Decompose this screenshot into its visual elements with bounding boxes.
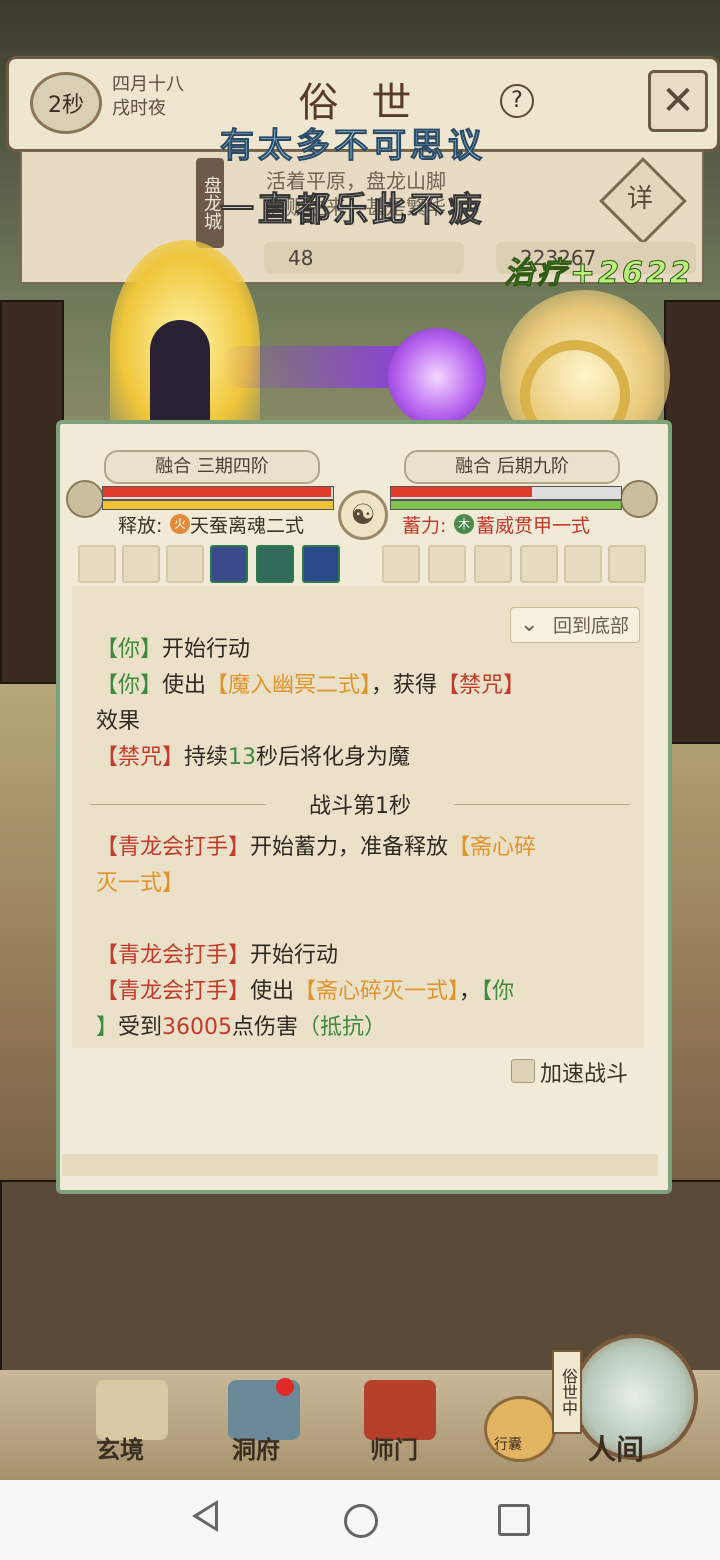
nav-item-xuanjing[interactable]: 玄境 bbox=[96, 1430, 144, 1465]
back-icon-inner bbox=[198, 1505, 215, 1527]
versus-emblem-icon: ☯ bbox=[338, 490, 388, 540]
speed-up-checkbox[interactable] bbox=[511, 1059, 535, 1083]
chevron-down-icon: ⌄ bbox=[520, 612, 539, 637]
purple-energy-orb bbox=[388, 328, 486, 426]
log-line: 【禁咒】持续13秒后将化身为魔 bbox=[96, 745, 411, 770]
panel-footer bbox=[62, 1154, 658, 1176]
log-line: 灭一式】 bbox=[96, 871, 185, 896]
date-label: 四月十八 bbox=[112, 74, 184, 95]
enemy-skill-slot bbox=[428, 545, 466, 583]
player-skill-slot bbox=[122, 545, 160, 583]
release-label: 释放: bbox=[118, 515, 163, 537]
enemy-skill-slot bbox=[608, 545, 646, 583]
close-button[interactable]: ✕ bbox=[648, 70, 708, 132]
log-line: 【青龙会打手】开始蓄力，准备释放【斋心碎 bbox=[96, 835, 537, 860]
player-skill-slot bbox=[78, 545, 116, 583]
skill-buff-icon[interactable] bbox=[210, 545, 248, 583]
player-realm-plaque: 融合 三期四阶 bbox=[104, 450, 320, 484]
log-line: 】受到36005点伤害（抵抗） bbox=[96, 1015, 387, 1040]
release-skill-name: 天蚕离魂二式 bbox=[190, 515, 305, 537]
charge-label: 蓄力: bbox=[402, 515, 447, 537]
player-emblem-icon bbox=[66, 480, 104, 518]
skill-dragon-icon[interactable] bbox=[256, 545, 294, 583]
log-line: 效果 bbox=[96, 709, 141, 734]
enemy-realm-plaque: 融合 后期九阶 bbox=[404, 450, 620, 484]
charge-skill-name: 蓄威贯甲一式 bbox=[476, 515, 591, 537]
world-tag: 俗世中 bbox=[552, 1350, 582, 1434]
enemy-skill-slot bbox=[474, 545, 512, 583]
notification-dot bbox=[276, 1378, 294, 1396]
speed-up-label[interactable]: 加速战斗 bbox=[540, 1056, 628, 1088]
player-hp-fill bbox=[103, 487, 331, 497]
stat-left: 48 bbox=[264, 242, 464, 274]
enemy-skill-slot bbox=[564, 545, 602, 583]
log-line: 【青龙会打手】开始行动 bbox=[96, 943, 339, 968]
close-x-icon: ✕ bbox=[661, 78, 695, 124]
round-timer: 2秒 bbox=[30, 72, 102, 134]
nav-item-renjian[interactable]: 人间 bbox=[588, 1428, 644, 1468]
enemy-skill-slot bbox=[520, 545, 558, 583]
divider-left bbox=[90, 804, 266, 805]
overlay-caption-1: 有太多不可思议 bbox=[220, 126, 486, 167]
log-line: 【青龙会打手】使出【斋心碎灭一式】，【你 bbox=[96, 979, 515, 1004]
enemy-emblem-icon bbox=[620, 480, 658, 518]
divider-right bbox=[454, 804, 630, 805]
enemy-hp-fill bbox=[391, 487, 532, 497]
right-building bbox=[664, 300, 720, 744]
player-skill-slot bbox=[166, 545, 204, 583]
overlay-caption-2: 一直都乐此不疲 bbox=[220, 190, 486, 231]
player-qi-bar bbox=[102, 500, 334, 510]
enemy-qi-bar bbox=[390, 500, 622, 510]
enemy-skill-slot bbox=[382, 545, 420, 583]
skill-vortex-icon[interactable] bbox=[302, 545, 340, 583]
wood-element-icon: 木 bbox=[454, 514, 474, 534]
round-label: 战斗第1秒 bbox=[309, 794, 411, 819]
time-label: 戌时夜 bbox=[112, 98, 166, 119]
detail-button-label[interactable]: 详 bbox=[612, 178, 668, 215]
left-building bbox=[0, 300, 64, 684]
heal-popup: 治疗+2622 bbox=[504, 256, 694, 292]
log-line: 【你】使出【魔入幽冥二式】，获得【禁咒】 bbox=[96, 673, 526, 698]
fire-element-icon: 火 bbox=[170, 514, 190, 534]
nav-item-dongfu[interactable]: 洞府 bbox=[232, 1430, 280, 1465]
help-button[interactable]: ? bbox=[500, 84, 534, 118]
home-icon[interactable] bbox=[344, 1504, 378, 1538]
log-line: 【你】开始行动 bbox=[96, 637, 251, 662]
recents-icon[interactable] bbox=[498, 1504, 530, 1536]
nav-item-bag[interactable]: 行囊 bbox=[494, 1434, 522, 1454]
nav-item-shimen[interactable]: 师门 bbox=[370, 1430, 418, 1465]
